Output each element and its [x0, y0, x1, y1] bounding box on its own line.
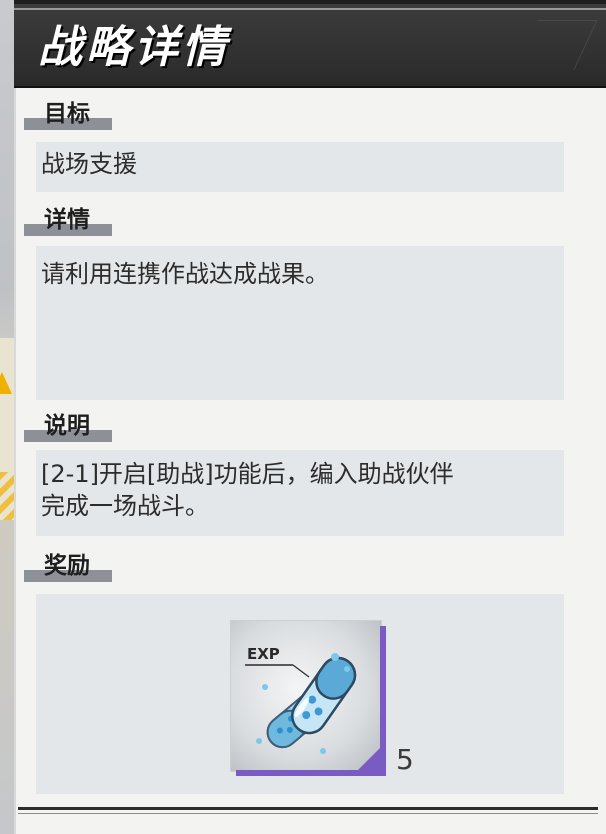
reward-item-exp-capsule[interactable]: EXP [230, 620, 386, 776]
panel-bottom-border [18, 807, 598, 810]
target-content-box: 战场支援 [36, 142, 564, 192]
section-label-text: 说明 [44, 412, 90, 439]
section-label-target: 目标 [24, 100, 112, 130]
section-label-text: 奖励 [44, 552, 90, 579]
header-accent-line [14, 8, 606, 10]
section-label-text: 目标 [44, 100, 90, 127]
rarity-corner [352, 742, 386, 776]
section-label-description: 说明 [24, 412, 112, 442]
panel-title: 战略详情 [38, 22, 230, 73]
section-label-reward: 奖励 [24, 552, 112, 582]
detail-text: 请利用连携作战达成战果。 [41, 260, 329, 288]
description-text-line2: 完成一场战斗。 [41, 492, 209, 520]
reward-item-quantity: 5 [396, 743, 414, 776]
exp-badge-text: EXP [247, 645, 280, 663]
detail-content-box: 请利用连携作战达成战果。 [36, 246, 564, 400]
warning-icon [0, 372, 12, 394]
panel-bottom-border-thin [18, 813, 598, 814]
section-label-text: 详情 [44, 206, 90, 233]
description-content-box: [2-1]开启[助战]功能后，编入助战伙伴 完成一场战斗。 [36, 450, 564, 536]
section-label-detail: 详情 [24, 206, 112, 236]
description-text-line1: [2-1]开启[助战]功能后，编入助战伙伴 [41, 460, 454, 488]
target-text: 战场支援 [41, 150, 137, 178]
